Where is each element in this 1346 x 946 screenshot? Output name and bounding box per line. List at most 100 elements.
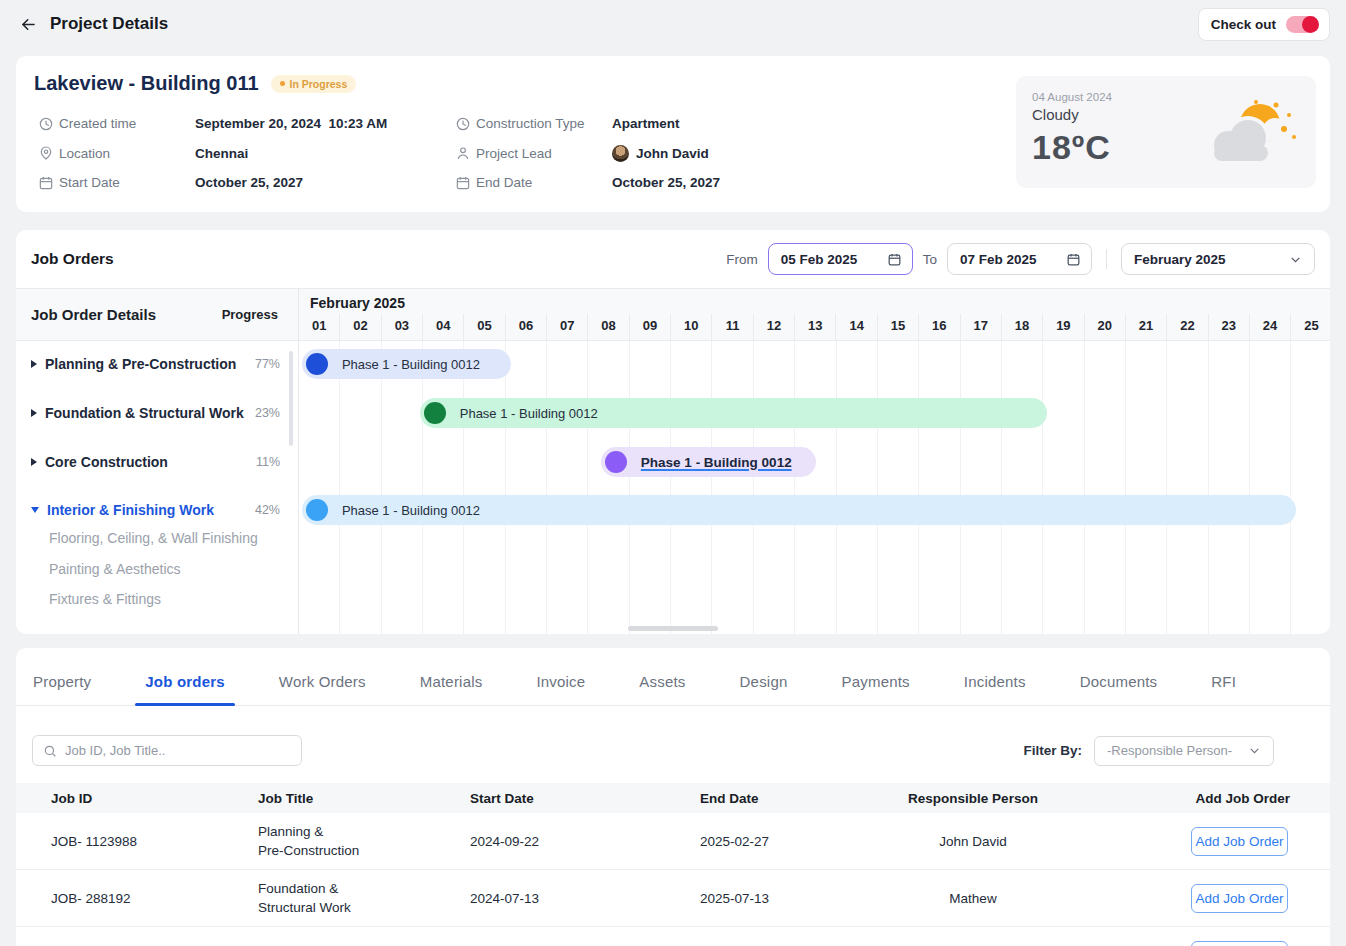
back-button[interactable] xyxy=(16,12,40,36)
from-label: From xyxy=(726,252,758,267)
job-orders-table: Job IDJob TitleStart DateEnd DateRespons… xyxy=(16,783,1330,946)
calendar-icon xyxy=(1066,252,1081,267)
gantt-day-header: 07 xyxy=(547,314,588,340)
gantt-day-header: 06 xyxy=(506,314,547,340)
tabs-card: Property Job orders Work Orders Materials In… xyxy=(16,648,1330,946)
add-job-order-button[interactable]: Add Job Order xyxy=(1191,884,1288,913)
gantt-day-header: 12 xyxy=(754,314,795,340)
column-header: Job ID xyxy=(51,791,258,806)
topbar: Project Details Check out xyxy=(0,0,1346,48)
gantt-day-header: 09 xyxy=(630,314,671,340)
end-date-cell: 2025-02-27 xyxy=(700,832,850,851)
tab-rfi[interactable]: RFI xyxy=(1201,673,1246,705)
job-orders-title: Job Orders xyxy=(31,250,114,268)
add-job-order-button[interactable]: Add Job Order xyxy=(1191,941,1288,946)
gantt-day-header: 11 xyxy=(712,314,753,340)
gantt-day-header: 20 xyxy=(1085,314,1126,340)
gantt-day-header: 24 xyxy=(1250,314,1291,340)
gantt-day-header: 02 xyxy=(340,314,381,340)
weather-widget: 04 August 2024 Cloudy 18ºC xyxy=(1016,76,1316,188)
project-summary-card: Lakeview - Building 011 In Progress Crea… xyxy=(16,56,1330,212)
job-id-cell: JOB- 1123988 xyxy=(51,832,258,851)
add-job-order-button[interactable]: Add Job Order xyxy=(1191,827,1288,856)
gantt-resize-handle[interactable] xyxy=(628,626,718,631)
to-date-input[interactable]: 07 Feb 2025 xyxy=(947,243,1092,275)
tab-payments[interactable]: Payments xyxy=(831,673,919,705)
location-icon xyxy=(38,145,54,161)
job-order-row-1[interactable]: Planning & Pre-Construction77% xyxy=(31,352,288,376)
calendar-icon xyxy=(38,175,54,191)
page-title: Project Details xyxy=(50,14,168,34)
gantt-bar-3[interactable]: Phase 1 - Building 0012 xyxy=(601,447,816,477)
from-date-input[interactable]: 05 Feb 2025 xyxy=(768,243,913,275)
month-select[interactable]: February 2025 xyxy=(1121,243,1315,275)
field-value: October 25, 2027 xyxy=(195,175,303,190)
gantt-left-panel: Job Order Details Progress Planning & Pr… xyxy=(16,289,299,634)
back-arrow-icon xyxy=(19,15,38,34)
gantt-month-label: February 2025 xyxy=(310,295,405,311)
calendar-icon xyxy=(455,175,471,191)
tab-job-orders[interactable]: Job orders xyxy=(135,673,235,705)
tab-incidents[interactable]: Incidents xyxy=(954,673,1036,705)
gantt-day-header: 25 xyxy=(1291,314,1330,340)
start-date-cell: 2024-09-22 xyxy=(470,832,700,851)
tab-invoice[interactable]: Invoice xyxy=(526,673,595,705)
caret-right-icon xyxy=(31,360,37,368)
field-value: Chennai xyxy=(195,146,248,161)
job-order-row-4[interactable]: Interior & Finishing Work42% xyxy=(31,498,288,522)
toggle-knob xyxy=(1302,16,1319,33)
caret-down-icon xyxy=(31,507,39,513)
tab-design[interactable]: Design xyxy=(730,673,798,705)
status-badge: In Progress xyxy=(271,75,357,93)
tab-assets[interactable]: Assets xyxy=(629,673,695,705)
field-label: Location xyxy=(59,146,195,161)
job-orders-card: Job Orders From 05 Feb 2025 To 07 Feb 20… xyxy=(16,230,1330,634)
responsible-person-cell: Mathew xyxy=(850,889,1096,908)
field-label: Project Lead xyxy=(476,146,612,161)
field-value: Apartment xyxy=(612,116,680,131)
gantt-day-header: 22 xyxy=(1167,314,1208,340)
gantt-bar-dot xyxy=(424,402,446,424)
filter-by-label: Filter By: xyxy=(1023,743,1082,758)
job-order-details-header: Job Order Details xyxy=(31,306,156,323)
search-input[interactable]: Job ID, Job Title.. xyxy=(32,735,302,766)
gantt-day-header: 18 xyxy=(1002,314,1043,340)
gantt-bar-4[interactable]: Phase 1 - Building 0012 xyxy=(302,495,1296,525)
checkout-control[interactable]: Check out xyxy=(1198,8,1330,41)
tab-property[interactable]: Property xyxy=(23,673,101,705)
caret-right-icon xyxy=(31,409,37,417)
job-order-row-2[interactable]: Foundation & Structural Work23% xyxy=(31,401,288,425)
gantt-bar-dot xyxy=(306,499,328,521)
job-id-cell: JOB- 288192 xyxy=(51,889,258,908)
job-order-subtask[interactable]: Painting & Aesthetics xyxy=(49,557,181,581)
gantt-bar-2[interactable]: Phase 1 - Building 0012 xyxy=(420,398,1048,428)
field-label: Construction Type xyxy=(476,116,612,131)
project-field: Start DateOctober 25, 2027 xyxy=(38,168,455,198)
responsible-person-select[interactable]: -Responsible Person- xyxy=(1094,736,1274,766)
checkout-toggle[interactable] xyxy=(1286,16,1317,33)
job-order-subtask[interactable]: Fixtures & Fittings xyxy=(49,587,161,611)
gantt-day-header: 21 xyxy=(1126,314,1167,340)
status-dot-icon xyxy=(280,81,285,86)
gantt-day-header: 08 xyxy=(588,314,629,340)
calendar-icon xyxy=(887,252,902,267)
cloudy-icon xyxy=(1208,98,1298,168)
gantt-day-header: 15 xyxy=(878,314,919,340)
gantt-day-header: 03 xyxy=(382,314,423,340)
tab-work-orders[interactable]: Work Orders xyxy=(269,673,376,705)
start-date-cell: 2024-07-13 xyxy=(470,889,700,908)
gantt-bar-1[interactable]: Phase 1 - Building 0012 xyxy=(302,349,511,379)
gantt-day-header: 19 xyxy=(1043,314,1084,340)
chevron-down-icon xyxy=(1289,253,1302,266)
job-order-subtask[interactable]: Flooring, Ceiling, & Wall Finishing xyxy=(49,526,258,550)
tab-documents[interactable]: Documents xyxy=(1070,673,1168,705)
gantt-day-header: 01 xyxy=(299,314,340,340)
responsible-person-cell: John David xyxy=(850,832,1096,851)
field-value: September 20, 2024 10:23 AM xyxy=(195,116,387,131)
job-order-row-3[interactable]: Core Construction11% xyxy=(31,450,288,474)
job-title-cell: Foundation &Structural Work xyxy=(258,879,470,917)
tab-materials[interactable]: Materials xyxy=(410,673,493,705)
scrollbar-thumb[interactable] xyxy=(289,351,293,446)
column-header: Responsible Person xyxy=(850,791,1096,806)
gantt-day-header: 04 xyxy=(423,314,464,340)
